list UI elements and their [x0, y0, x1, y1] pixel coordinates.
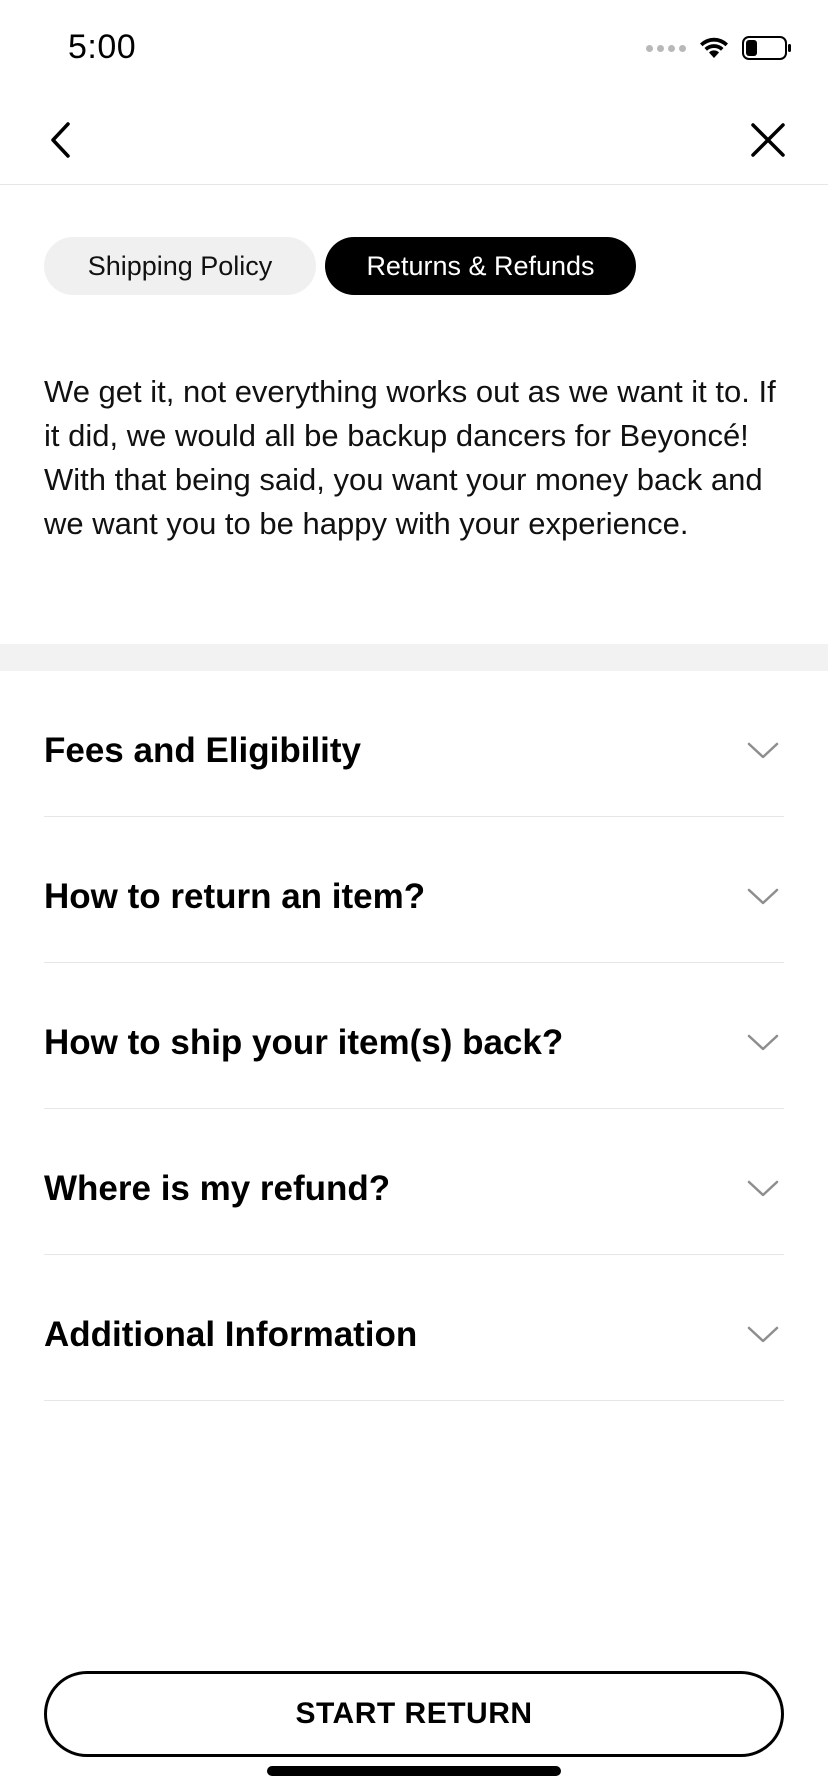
accordion-title: How to return an item?	[44, 876, 426, 916]
nav-divider	[0, 184, 828, 185]
accordion-title: How to ship your item(s) back?	[44, 1022, 564, 1062]
chevron-down-icon	[747, 888, 779, 904]
close-button[interactable]	[736, 108, 800, 172]
status-icons	[646, 36, 792, 60]
wifi-icon	[700, 37, 728, 58]
accordion-title: Where is my refund?	[44, 1168, 391, 1208]
tab-returns-refunds[interactable]: Returns & Refunds	[325, 237, 636, 295]
home-indicator	[267, 1766, 561, 1776]
section-divider	[0, 644, 828, 671]
accordion-item-fees-eligibility[interactable]: Fees and Eligibility	[44, 671, 784, 817]
accordion-item-how-to-ship-back[interactable]: How to ship your item(s) back?	[44, 963, 784, 1109]
tab-shipping-policy[interactable]: Shipping Policy	[44, 237, 316, 295]
cellular-signal-icon	[646, 44, 686, 52]
chevron-down-icon	[747, 1326, 779, 1342]
start-return-button[interactable]: START RETURN	[44, 1671, 784, 1757]
faq-accordion: Fees and Eligibility How to return an it…	[44, 671, 784, 1401]
intro-text: We get it, not everything works out as w…	[44, 374, 776, 541]
chevron-down-icon	[747, 1180, 779, 1196]
chevron-left-icon	[51, 122, 70, 158]
close-icon	[751, 123, 785, 157]
accordion-title: Fees and Eligibility	[44, 730, 362, 770]
accordion-item-where-is-refund[interactable]: Where is my refund?	[44, 1109, 784, 1255]
chevron-down-icon	[747, 742, 779, 758]
battery-icon	[742, 36, 791, 60]
accordion-item-how-to-return[interactable]: How to return an item?	[44, 817, 784, 963]
status-time: 5:00	[68, 28, 137, 66]
chevron-down-icon	[747, 1034, 779, 1050]
accordion-title: Additional Information	[44, 1314, 418, 1354]
accordion-item-additional-info[interactable]: Additional Information	[44, 1255, 784, 1401]
back-button[interactable]	[28, 108, 92, 172]
